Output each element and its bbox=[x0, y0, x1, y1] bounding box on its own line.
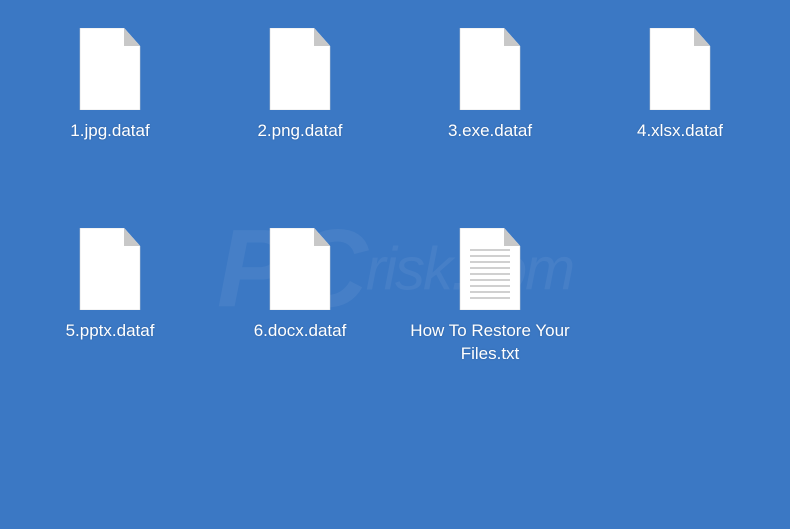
file-item[interactable]: 1.jpg.dataf bbox=[20, 28, 200, 228]
file-item[interactable]: 5.pptx.dataf bbox=[20, 228, 200, 428]
file-item[interactable]: 4.xlsx.dataf bbox=[590, 28, 770, 228]
blank-file-icon bbox=[648, 28, 712, 110]
blank-file-icon bbox=[458, 28, 522, 110]
file-item[interactable]: 6.docx.dataf bbox=[210, 228, 390, 428]
file-label: 6.docx.dataf bbox=[254, 320, 347, 343]
file-label: How To Restore Your Files.txt bbox=[405, 320, 575, 366]
blank-file-icon bbox=[78, 28, 142, 110]
text-file-icon bbox=[458, 228, 522, 310]
file-item[interactable]: 3.exe.dataf bbox=[400, 28, 580, 228]
blank-file-icon bbox=[268, 28, 332, 110]
file-item[interactable]: 2.png.dataf bbox=[210, 28, 390, 228]
file-label: 3.exe.dataf bbox=[448, 120, 532, 143]
file-label: 2.png.dataf bbox=[257, 120, 342, 143]
desktop-area: 1.jpg.dataf 2.png.dataf 3.exe.dataf bbox=[0, 0, 790, 428]
file-label: 4.xlsx.dataf bbox=[637, 120, 723, 143]
file-item[interactable]: How To Restore Your Files.txt bbox=[400, 228, 580, 428]
blank-file-icon bbox=[268, 228, 332, 310]
file-label: 5.pptx.dataf bbox=[66, 320, 155, 343]
file-label: 1.jpg.dataf bbox=[70, 120, 149, 143]
blank-file-icon bbox=[78, 228, 142, 310]
